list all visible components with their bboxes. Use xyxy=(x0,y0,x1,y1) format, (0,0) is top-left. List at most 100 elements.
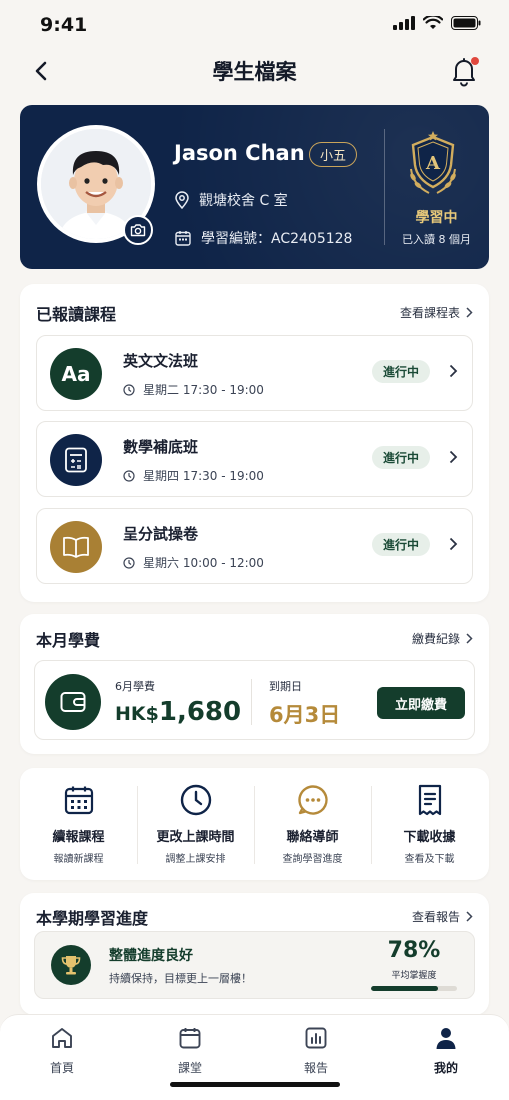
tab-class[interactable]: 課堂 xyxy=(150,1025,230,1076)
view-schedule-link[interactable]: 查看課程表 xyxy=(400,304,473,321)
battery-icon xyxy=(451,16,481,30)
course-item-exam[interactable]: 呈分試操卷 星期六 10:00 - 12:00 進行中 xyxy=(36,508,473,584)
fee-month-label: 6月學費 xyxy=(115,680,155,693)
view-report-label: 查看報告 xyxy=(411,910,460,924)
chevron-right-icon xyxy=(466,911,473,922)
status-icons xyxy=(393,16,481,30)
course-icon-math xyxy=(50,434,102,486)
nav-bar: 學生檔案 xyxy=(0,48,509,94)
action-title: 更改上課時間 xyxy=(156,830,235,845)
tab-home[interactable]: 首頁 xyxy=(22,1025,102,1076)
progress-headline: 整體進度良好 xyxy=(109,948,193,964)
view-schedule-label: 查看課程表 xyxy=(399,306,460,320)
clock-icon xyxy=(137,784,254,816)
course-item-math[interactable]: 數學補底班 星期四 17:30 - 19:00 進行中 xyxy=(36,421,473,497)
action-change-time[interactable]: 更改上課時間 調整上課安排 xyxy=(137,768,254,880)
progress-subtitle: 持續保持，目標更上一層樓！ xyxy=(109,972,252,985)
crest-badge-icon: A xyxy=(410,131,456,194)
learning-status: 學習中 xyxy=(415,210,458,226)
chevron-right-icon xyxy=(449,450,458,464)
tab-label: 我的 xyxy=(433,1061,458,1075)
course-time-row: 星期四 17:30 - 19:00 xyxy=(123,467,264,484)
action-title: 下載收據 xyxy=(403,830,456,845)
notification-button[interactable] xyxy=(447,54,481,88)
course-time: 星期六 10:00 - 12:00 xyxy=(143,556,264,570)
campus-row: 觀塘校舍 C 室 xyxy=(175,190,288,210)
action-renew-course[interactable]: 續報課程 報讀新課程 xyxy=(20,768,137,880)
due-date: 6月3日 xyxy=(269,703,341,727)
calculator-icon xyxy=(65,447,87,473)
fees-title: 本月學費 xyxy=(36,631,101,650)
course-time: 星期四 17:30 - 19:00 xyxy=(143,469,264,483)
course-item-english[interactable]: Aa 英文文法班 星期二 17:30 - 19:00 進行中 xyxy=(36,335,473,411)
view-report-link[interactable]: 查看報告 xyxy=(412,908,473,925)
due-date-label: 到期日 xyxy=(269,680,302,693)
course-name: 數學補底班 xyxy=(123,438,199,456)
campus-text: 觀塘校舍 C 室 xyxy=(199,193,288,209)
tab-label: 課堂 xyxy=(177,1061,202,1075)
change-photo-button[interactable] xyxy=(123,215,153,245)
notification-dot xyxy=(471,57,479,65)
status-time: 9:41 xyxy=(40,14,88,36)
chevron-right-icon xyxy=(466,633,473,644)
fee-divider xyxy=(251,679,252,725)
calendar-icon xyxy=(150,1025,230,1051)
action-subtitle: 查看及下載 xyxy=(404,854,455,865)
course-icon-english: Aa xyxy=(50,348,102,400)
progress-title: 本學期學習進度 xyxy=(36,909,149,928)
fee-amount: HK$1,680 xyxy=(115,697,241,727)
signal-icon xyxy=(393,16,415,30)
action-contact-tutor[interactable]: 聯絡導師 查詢學習進度 xyxy=(254,768,371,880)
tab-report[interactable]: 報告 xyxy=(276,1025,356,1076)
action-subtitle: 報讀新課程 xyxy=(53,854,104,865)
fee-value: 1,680 xyxy=(158,697,242,727)
course-time-row: 星期六 10:00 - 12:00 xyxy=(123,554,264,571)
course-time: 星期二 17:30 - 19:00 xyxy=(143,383,264,397)
course-time-row: 星期二 17:30 - 19:00 xyxy=(123,381,264,398)
progress-percent-label: 平均掌握度 xyxy=(391,971,437,981)
wallet-icon xyxy=(45,674,101,730)
course-name: 呈分試操卷 xyxy=(123,525,199,543)
payment-history-link[interactable]: 繳費紀錄 xyxy=(412,630,473,647)
user-icon xyxy=(406,1025,486,1051)
status-badge: 進行中 xyxy=(371,446,430,469)
tab-profile[interactable]: 我的 xyxy=(406,1025,486,1076)
status-badge: 進行中 xyxy=(371,360,430,383)
id-calendar-icon xyxy=(175,231,191,246)
receipt-icon xyxy=(371,784,488,816)
student-name: Jason Chan xyxy=(174,141,305,165)
aa-icon: Aa xyxy=(61,362,91,386)
status-badge: 進行中 xyxy=(371,533,430,556)
book-icon xyxy=(63,536,89,558)
card-divider xyxy=(384,129,385,245)
payment-history-label: 繳費紀錄 xyxy=(411,632,460,646)
profile-card: Jason Chan 小五 觀塘校舍 C 室 學習編號：AC2405128 A … xyxy=(20,105,489,269)
fee-currency: HK$ xyxy=(115,703,159,725)
clock-icon xyxy=(123,556,135,569)
home-icon xyxy=(22,1025,102,1051)
tab-label: 首頁 xyxy=(49,1061,74,1075)
tab-label: 報告 xyxy=(303,1061,328,1075)
progress-summary: 整體進度良好 持續保持，目標更上一層樓！ 78% 平均掌握度 xyxy=(34,931,475,999)
progress-section: 本學期學習進度 查看報告 整體進度良好 持續保持，目標更上一層樓！ 78% 平均… xyxy=(20,893,489,1015)
courses-section: 已報讀課程 查看課程表 Aa 英文文法班 星期二 17:30 - 19:00 進… xyxy=(20,284,489,602)
grade-badge: 小五 xyxy=(309,142,358,167)
clock-icon xyxy=(123,469,135,482)
chevron-right-icon xyxy=(449,364,458,378)
courses-title: 已報讀課程 xyxy=(36,305,117,324)
chat-icon xyxy=(254,784,371,816)
fees-section: 本月學費 繳費紀錄 6月學費 HK$1,680 到期日 6月3日 立即繳費 xyxy=(20,614,489,754)
wifi-icon xyxy=(423,16,443,29)
pay-now-button[interactable]: 立即繳費 xyxy=(377,687,465,719)
camera-icon xyxy=(130,224,146,237)
trophy-icon xyxy=(51,945,91,985)
svg-text:A: A xyxy=(425,153,441,174)
chart-icon xyxy=(276,1025,356,1051)
action-download-receipt[interactable]: 下載收據 查看及下載 xyxy=(371,768,488,880)
enrolled-duration: 已入讀 8 個月 xyxy=(402,233,471,246)
status-bar: 9:41 xyxy=(0,0,509,52)
action-title: 聯絡導師 xyxy=(286,830,339,845)
quick-actions: 續報課程 報讀新課程 更改上課時間 調整上課安排 聯絡導師 查詢學習進度 下載收… xyxy=(20,768,489,880)
course-name: 英文文法班 xyxy=(123,352,199,370)
fee-summary: 6月學費 HK$1,680 到期日 6月3日 立即繳費 xyxy=(34,660,475,740)
